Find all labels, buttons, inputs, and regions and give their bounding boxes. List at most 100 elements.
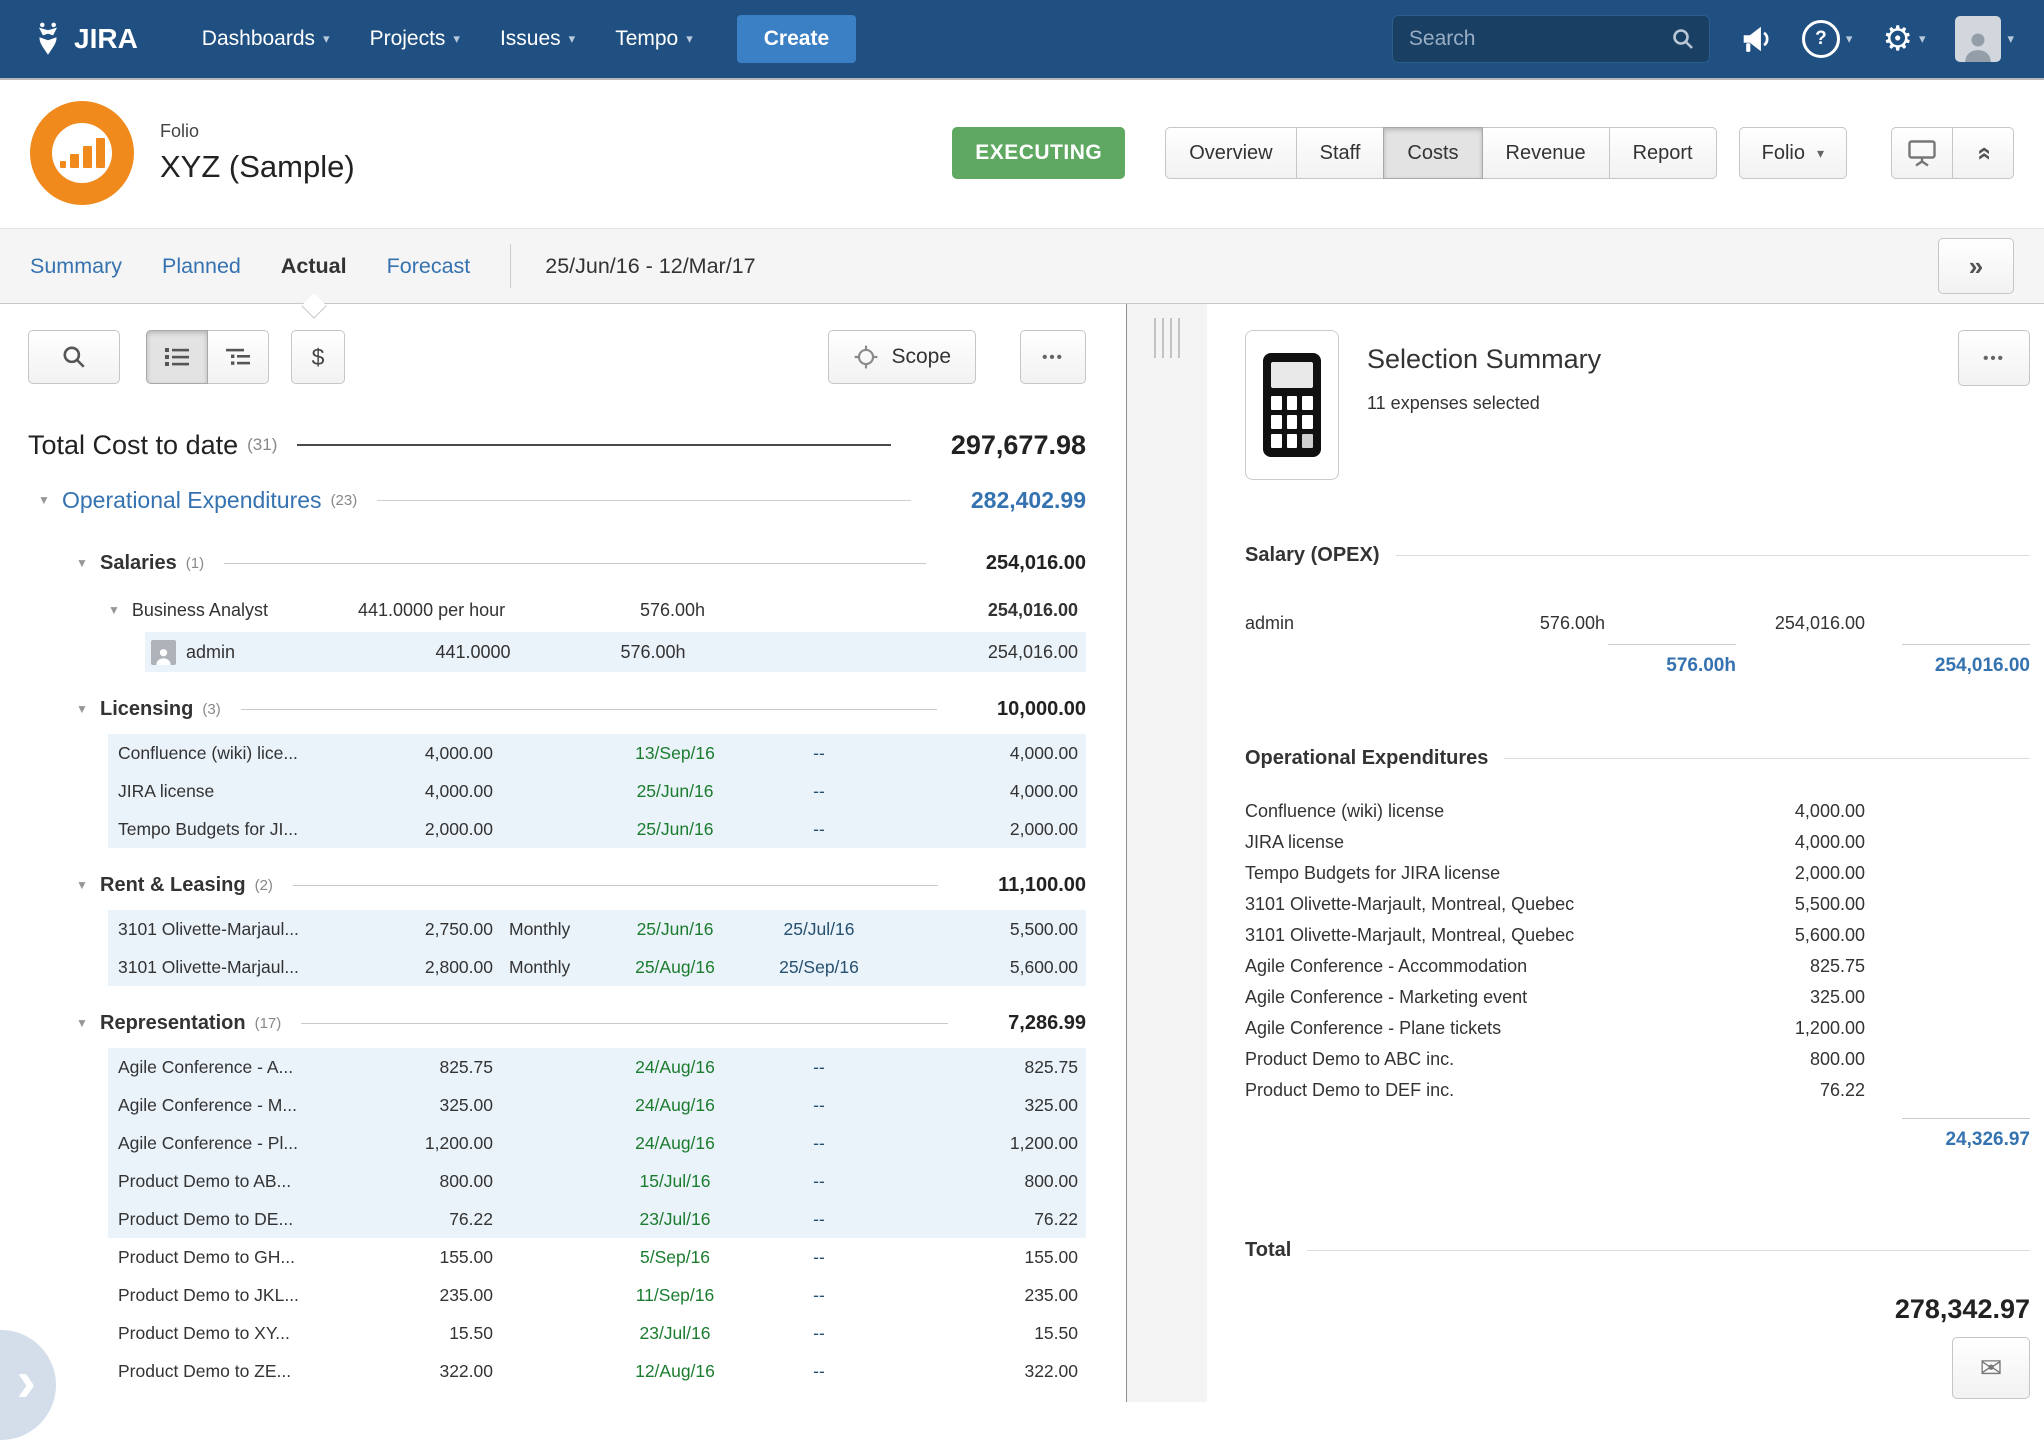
view-summary[interactable]: Summary — [30, 254, 122, 279]
salary-opex-heading: Salary (OPEX) — [1245, 544, 1380, 567]
opex-group-row[interactable]: ▼ Operational Expenditures (23) 282,402.… — [28, 474, 1086, 526]
expense-end-date: 25/Sep/16 — [749, 957, 889, 978]
expense-row[interactable]: Product Demo to JKL... 235.00 11/Sep/16 … — [108, 1276, 1086, 1314]
folio-dropdown-label: Folio — [1762, 142, 1805, 165]
expense-row[interactable]: Product Demo to XY... 15.50 23/Jul/16 --… — [108, 1314, 1086, 1352]
nav-menu-tempo[interactable]: Tempo ▾ — [615, 27, 693, 51]
email-button[interactable]: ✉ — [1952, 1337, 2030, 1399]
representation-rows: Agile Conference - A... 825.75 24/Aug/16… — [108, 1048, 1086, 1390]
brand-text: JIRA — [74, 23, 138, 55]
expand-panel-button[interactable]: » — [1938, 238, 2014, 294]
expense-total: 15.50 — [889, 1323, 1086, 1344]
expense-end-date: 25/Jul/16 — [749, 919, 889, 940]
expense-amount: 2,800.00 — [398, 957, 493, 978]
view-planned[interactable]: Planned — [162, 254, 241, 279]
expense-name: Agile Conference - M... — [108, 1095, 398, 1116]
collapse-header-button[interactable]: » — [1952, 127, 2014, 179]
scope-button[interactable]: Scope — [828, 330, 976, 384]
tab-revenue[interactable]: Revenue — [1482, 127, 1610, 179]
expense-row[interactable]: JIRA license 4,000.00 25/Jun/16 -- 4,000… — [108, 772, 1086, 810]
expense-name: Product Demo to GH... — [108, 1247, 398, 1268]
section-header-rent-leasing[interactable]: ▼ Rent & Leasing (2) 11,100.00 — [28, 860, 1086, 910]
filter-search-button[interactable] — [28, 330, 120, 384]
expense-start-date: 11/Sep/16 — [601, 1285, 749, 1306]
expense-row[interactable]: Product Demo to DE... 76.22 23/Jul/16 --… — [108, 1200, 1086, 1238]
chevron-down-icon: ▾ — [1817, 145, 1824, 162]
section-header-representation[interactable]: ▼ Representation (17) 7,286.99 — [28, 998, 1086, 1048]
opex-group-count: (23) — [331, 492, 358, 509]
opex-item-name: Agile Conference - Accommodation — [1245, 956, 1655, 977]
tree-list-view-button[interactable] — [207, 330, 269, 384]
rule — [241, 709, 937, 710]
scope-label: Scope — [891, 345, 951, 369]
expense-amount: 235.00 — [398, 1285, 493, 1306]
search-input[interactable] — [1407, 26, 1671, 52]
tab-overview[interactable]: Overview — [1165, 127, 1296, 179]
opex-item-amount: 76.22 — [1655, 1080, 1865, 1101]
flat-list-view-button[interactable] — [146, 330, 208, 384]
expense-amount: 4,000.00 — [398, 781, 493, 802]
collapse-triangle-icon[interactable]: ▼ — [76, 1016, 100, 1030]
expense-row[interactable]: Product Demo to ZE... 322.00 12/Aug/16 -… — [108, 1352, 1086, 1390]
expense-row[interactable]: 3101 Olivette-Marjaul... 2,800.00 Monthl… — [108, 948, 1086, 986]
calculator-icon — [1245, 330, 1339, 480]
expense-row[interactable]: Tempo Budgets for JI... 2,000.00 25/Jun/… — [108, 810, 1086, 848]
view-toggle-group — [146, 330, 269, 384]
selection-more-button[interactable]: ••• — [1958, 330, 2030, 386]
nav-menu-dashboards[interactable]: Dashboards ▾ — [202, 27, 330, 51]
salary-role-row[interactable]: ▼ Business Analyst 441.0000 per hour 576… — [108, 588, 1086, 632]
help-menu[interactable]: ? ▾ — [1802, 20, 1853, 58]
jira-logo[interactable]: JIRA — [30, 21, 138, 57]
expense-row[interactable]: Agile Conference - A... 825.75 24/Aug/16… — [108, 1048, 1086, 1086]
opex-item-name: Agile Conference - Plane tickets — [1245, 1018, 1655, 1039]
date-range[interactable]: 25/Jun/16 - 12/Mar/17 — [545, 254, 755, 279]
section-header-licensing[interactable]: ▼ Licensing (3) 10,000.00 — [28, 684, 1086, 734]
expense-row[interactable]: Product Demo to AB... 800.00 15/Jul/16 -… — [108, 1162, 1086, 1200]
tab-staff[interactable]: Staff — [1296, 127, 1385, 179]
view-actual[interactable]: Actual — [281, 254, 347, 279]
search-icon[interactable] — [1671, 27, 1695, 51]
more-actions-button[interactable]: ••• — [1020, 330, 1086, 384]
expense-row[interactable]: Product Demo to GH... 155.00 5/Sep/16 --… — [108, 1238, 1086, 1276]
tab-report[interactable]: Report — [1609, 127, 1717, 179]
expense-start-date: 25/Aug/16 — [601, 957, 749, 978]
section-header-salaries[interactable]: ▼ Salaries (1) 254,016.00 — [28, 538, 1086, 588]
salary-subtotal-row: 576.00h 254,016.00 — [1245, 644, 2030, 677]
chevron-down-icon: ▾ — [686, 31, 693, 47]
rule — [297, 444, 891, 446]
expense-start-date: 15/Jul/16 — [601, 1171, 749, 1192]
view-forecast[interactable]: Forecast — [387, 254, 471, 279]
drag-handle[interactable] — [1154, 318, 1180, 358]
salary-member-row[interactable]: admin 441.0000 576.00h 254,016.00 — [145, 632, 1086, 672]
expense-row[interactable]: Agile Conference - Pl... 1,200.00 24/Aug… — [108, 1124, 1086, 1162]
total-heading: Total — [1245, 1239, 1291, 1262]
divider — [510, 244, 511, 288]
folio-dropdown-button[interactable]: Folio ▾ — [1739, 127, 1847, 179]
section-total: 11,100.00 — [998, 874, 1086, 897]
collapse-triangle-icon[interactable]: ▼ — [108, 603, 120, 617]
nav-menu-projects[interactable]: Projects ▾ — [370, 27, 460, 51]
search-box[interactable] — [1392, 15, 1710, 63]
panel-splitter[interactable] — [1127, 304, 1207, 1402]
member-name: admin — [186, 642, 235, 663]
collapse-triangle-icon[interactable]: ▼ — [76, 556, 100, 570]
presentation-mode-button[interactable] — [1891, 127, 1953, 179]
settings-menu[interactable]: ⚙ ▾ — [1882, 22, 1925, 56]
collapse-triangle-icon[interactable]: ▼ — [76, 878, 100, 892]
currency-button[interactable]: $ — [291, 330, 345, 384]
role-name: Business Analyst — [132, 600, 268, 621]
expense-row[interactable]: Confluence (wiki) lice... 4,000.00 13/Se… — [108, 734, 1086, 772]
expense-start-date: 23/Jul/16 — [601, 1209, 749, 1230]
user-menu[interactable]: ▾ — [1955, 16, 2014, 62]
nav-menu-issues[interactable]: Issues ▾ — [500, 27, 575, 51]
opex-group-label[interactable]: Operational Expenditures — [62, 487, 322, 514]
role-hours: 576.00h — [628, 600, 798, 621]
expense-row[interactable]: Agile Conference - M... 325.00 24/Aug/16… — [108, 1086, 1086, 1124]
announcements-button[interactable] — [1740, 24, 1772, 54]
expense-row[interactable]: 3101 Olivette-Marjaul... 2,750.00 Monthl… — [108, 910, 1086, 948]
folio-type-label: Folio — [160, 121, 355, 142]
collapse-triangle-icon[interactable]: ▼ — [38, 493, 62, 507]
create-button[interactable]: Create — [737, 15, 856, 63]
tab-costs[interactable]: Costs — [1383, 127, 1482, 179]
collapse-triangle-icon[interactable]: ▼ — [76, 702, 100, 716]
